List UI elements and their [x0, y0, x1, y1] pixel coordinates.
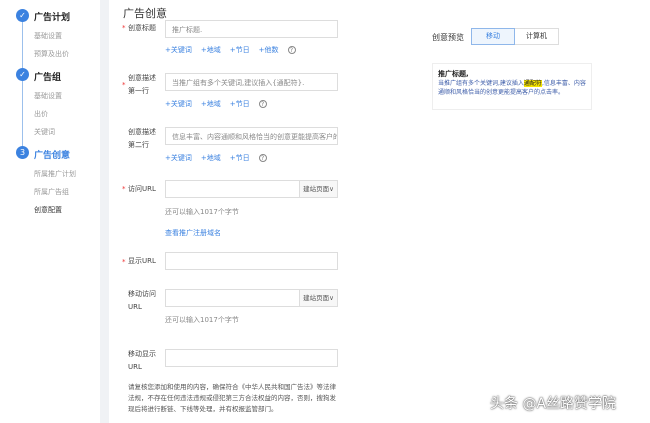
step-number: 3	[16, 146, 29, 159]
visit-url-label: 访问URL	[128, 185, 156, 193]
insert-keyword[interactable]: +关键词	[165, 46, 192, 54]
byte-hint: 还可以输入1017个字节	[165, 208, 239, 216]
desc2-insert-links: +关键词 +地域 +节日?	[165, 153, 276, 163]
mobile-visit-url-label: 移动访问 URL	[128, 290, 156, 311]
sidebar: ✓ 广告计划 基础设置 预算及出价 ✓ 广告组 基础设置 出价 关键词 3 广告…	[0, 0, 100, 423]
sidebar-item[interactable]: 基础设置	[34, 91, 62, 101]
insert-region[interactable]: +地域	[201, 154, 221, 162]
help-icon[interactable]: ?	[258, 154, 267, 162]
step-connector	[22, 16, 23, 152]
insert-keyword[interactable]: +关键词	[165, 100, 192, 108]
preview-card: 推广标题, 当推广组有多个关键词,建议插入通配符,信息丰富、内容通顺和风格恰当的…	[432, 63, 592, 110]
desc1-label: 创意描述 第一行	[128, 74, 156, 95]
page-type-dropdown[interactable]: 建站页面∨	[299, 290, 337, 306]
check-icon: ✓	[16, 9, 29, 22]
step-ad-group[interactable]: 广告组	[34, 70, 61, 83]
display-url-input[interactable]	[165, 252, 338, 270]
preview-label: 创意预览	[432, 33, 464, 42]
insert-holiday[interactable]: +节日	[230, 154, 250, 162]
required-mark: *	[122, 185, 126, 193]
display-url-label: 显示URL	[128, 257, 156, 265]
tab-computer[interactable]: 计算机	[515, 28, 559, 45]
divider	[100, 0, 109, 423]
byte-hint: 还可以输入1017个字节	[165, 316, 239, 324]
headline-insert-links: +关键词 +地域 +节日 +他数?	[165, 45, 305, 55]
preview-title: 推广标题,	[438, 70, 469, 78]
insert-region[interactable]: +地域	[201, 100, 221, 108]
insert-holiday[interactable]: +节日	[230, 100, 250, 108]
sidebar-item-active[interactable]: 创意配置	[34, 205, 62, 215]
headline-input[interactable]: 推广标题.	[165, 20, 338, 38]
insert-other[interactable]: +他数	[259, 46, 279, 54]
mobile-display-url-input[interactable]	[165, 349, 338, 367]
insert-region[interactable]: +地域	[201, 46, 221, 54]
desc1-insert-links: +关键词 +地域 +节日?	[165, 99, 276, 109]
page-title: 广告创意	[123, 7, 167, 20]
sidebar-item[interactable]: 所属推广计划	[34, 169, 76, 179]
desc2-label: 创意描述 第二行	[128, 128, 156, 149]
desc1-input[interactable]: 当推广组有多个关键词,建议插入{通配符}.	[165, 73, 338, 91]
required-mark: *	[122, 24, 126, 32]
watermark: 头条 @A丝路赞学院	[490, 396, 617, 412]
help-icon[interactable]: ?	[258, 100, 267, 108]
view-domain-link[interactable]: 查看推广注册域名	[165, 228, 221, 238]
sidebar-item[interactable]: 预算及出价	[34, 49, 69, 59]
mobile-display-url-label: 移动显示 URL	[128, 350, 156, 371]
mobile-visit-url-input[interactable]: 建站页面∨	[165, 289, 338, 307]
headline-label: 创意标题	[128, 24, 156, 32]
legal-notice: 请复核您添加和使用的内容，确保符合《中华人民共和国广告法》等法律法规，不存在任何…	[128, 383, 336, 413]
sidebar-item[interactable]: 关键词	[34, 127, 55, 137]
required-mark: *	[122, 81, 126, 89]
page-type-dropdown[interactable]: 建站页面∨	[299, 181, 337, 197]
step-ad-creative[interactable]: 广告创意	[34, 148, 70, 161]
tab-mobile[interactable]: 移动	[471, 28, 515, 45]
sidebar-item[interactable]: 所属广告组	[34, 187, 69, 197]
step-ad-plan[interactable]: 广告计划	[34, 10, 70, 23]
required-mark: *	[122, 258, 126, 266]
wildcard-highlight: 通配符	[523, 80, 542, 87]
insert-holiday[interactable]: +节日	[230, 46, 250, 54]
check-icon: ✓	[16, 68, 29, 81]
insert-keyword[interactable]: +关键词	[165, 154, 192, 162]
desc2-input[interactable]: 信息丰富、内容通顺和风格恰当的创意更能提高客户的	[165, 127, 338, 145]
sidebar-item[interactable]: 出价	[34, 109, 48, 119]
visit-url-input[interactable]: 建站页面∨	[165, 180, 338, 198]
sidebar-item[interactable]: 基础设置	[34, 31, 62, 41]
preview-description: 当推广组有多个关键词,建议插入通配符,信息丰富、内容通顺和风格恰当的创意更能提高…	[438, 80, 586, 96]
help-icon[interactable]: ?	[287, 46, 296, 54]
